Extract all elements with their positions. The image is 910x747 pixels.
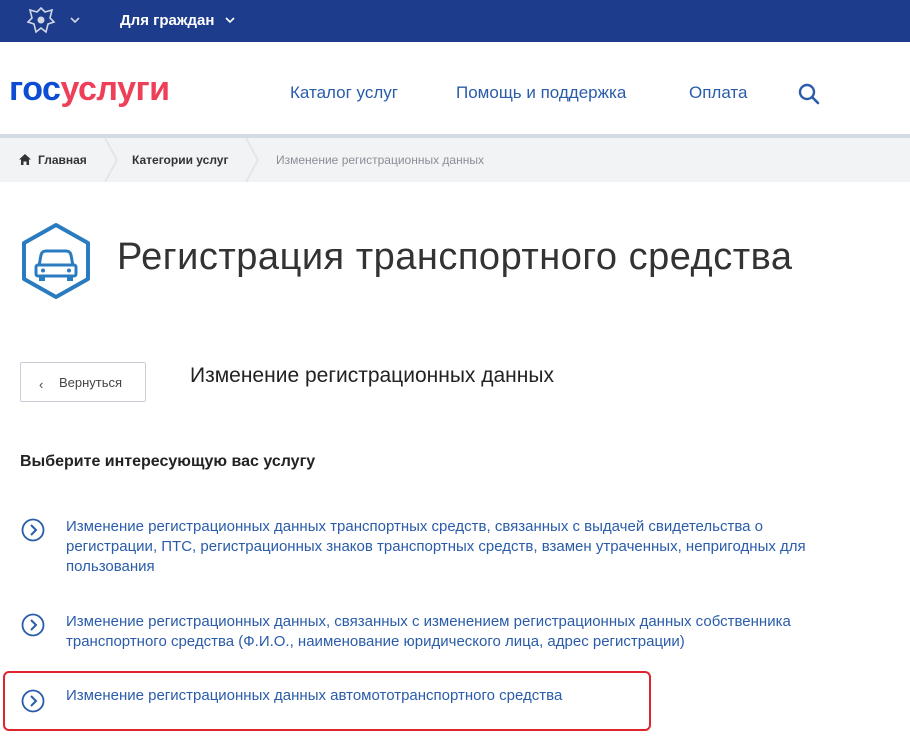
breadcrumb-separator bbox=[104, 138, 118, 182]
site-header: госуслуги Каталог услуг Помощь и поддерж… bbox=[0, 42, 910, 138]
chevron-down-icon[interactable] bbox=[224, 14, 236, 26]
nav-help[interactable]: Помощь и поддержка bbox=[456, 83, 626, 103]
service-option-link[interactable]: Изменение регистрационных данных автомот… bbox=[66, 686, 906, 706]
search-icon[interactable] bbox=[797, 82, 821, 106]
gosuslugi-logo[interactable]: госуслуги bbox=[9, 70, 170, 109]
service-option-link[interactable]: Изменение регистрационных данных, связан… bbox=[66, 612, 906, 652]
breadcrumb-home[interactable]: Главная bbox=[38, 153, 87, 167]
back-button[interactable]: ‹ Вернуться bbox=[20, 362, 146, 402]
nav-payment[interactable]: Оплата bbox=[689, 83, 747, 103]
arrow-right-circle-icon[interactable] bbox=[21, 613, 45, 637]
car-icon bbox=[22, 223, 90, 299]
breadcrumb: Главная Категории услуг Изменение регист… bbox=[0, 138, 910, 182]
back-button-label: Вернуться bbox=[59, 375, 123, 390]
top-bar: Для граждан bbox=[0, 0, 910, 42]
nav-catalog[interactable]: Каталог услуг bbox=[290, 83, 398, 103]
arrow-right-circle-icon[interactable] bbox=[21, 518, 45, 542]
home-icon[interactable] bbox=[18, 153, 32, 166]
arrow-right-circle-icon[interactable] bbox=[21, 689, 45, 713]
page-title: Регистрация транспортного средства bbox=[117, 236, 793, 278]
page-subtitle: Изменение регистрационных данных bbox=[190, 364, 554, 387]
audience-selector[interactable]: Для граждан bbox=[120, 12, 214, 29]
service-option-link[interactable]: Изменение регистрационных данных транспо… bbox=[66, 517, 906, 577]
section-heading: Выберите интересующую вас услугу bbox=[20, 453, 316, 470]
breadcrumb-categories[interactable]: Категории услуг bbox=[132, 153, 228, 167]
chevron-down-icon[interactable] bbox=[69, 14, 81, 26]
coat-of-arms-icon[interactable] bbox=[26, 6, 56, 34]
breadcrumb-separator bbox=[245, 138, 259, 182]
breadcrumb-current: Изменение регистрационных данных bbox=[276, 153, 484, 167]
chevron-left-icon: ‹ bbox=[39, 377, 44, 392]
